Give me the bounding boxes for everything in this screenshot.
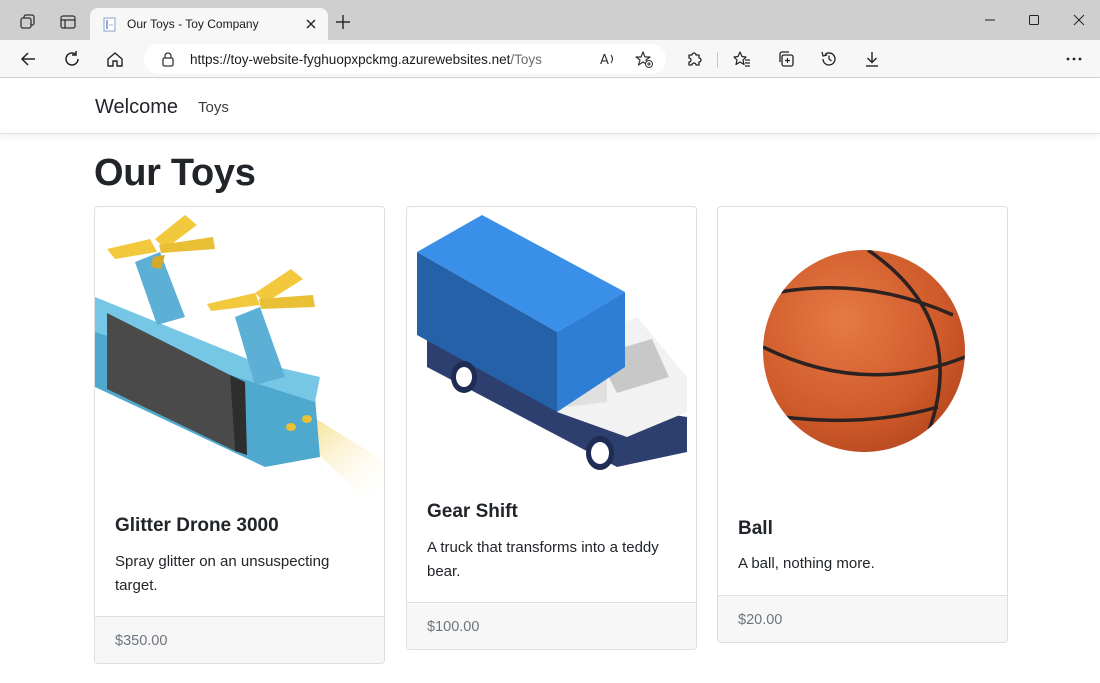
workspaces-icon[interactable] — [14, 8, 42, 36]
product-name[interactable]: Ball — [738, 518, 773, 540]
read-aloud-icon[interactable]: A — [598, 49, 618, 69]
card-footer: $20.00 — [718, 595, 1007, 642]
home-icon[interactable] — [104, 48, 126, 70]
toolbar-divider — [717, 52, 718, 68]
page-favicon-icon — [102, 16, 118, 32]
product-description: Spray glitter on an unsuspecting target. — [115, 553, 330, 594]
product-card: Gear Shift A truck that transforms into … — [406, 206, 697, 650]
svg-text:A: A — [600, 53, 609, 68]
drone-illustration — [95, 215, 384, 499]
close-window-icon[interactable] — [1067, 10, 1091, 30]
card-footer: $350.00 — [95, 616, 384, 663]
product-name[interactable]: Gear Shift — [427, 501, 518, 523]
url-text[interactable]: https://toy-website-fyghuopxpckmg.azurew… — [190, 52, 542, 67]
new-tab-icon[interactable] — [333, 12, 353, 32]
card-footer: $100.00 — [407, 602, 696, 649]
brand-link[interactable]: Welcome — [95, 96, 178, 119]
add-favorite-icon[interactable] — [634, 49, 654, 69]
minimize-icon[interactable] — [978, 10, 1002, 30]
product-price: $100.00 — [427, 619, 480, 635]
product-card: Glitter Drone 3000 Spray glitter on an u… — [94, 206, 385, 664]
url-path: /Toys — [510, 52, 542, 67]
extensions-icon[interactable] — [683, 48, 705, 70]
nav-link-toys[interactable]: Toys — [198, 99, 229, 116]
product-price: $20.00 — [738, 612, 783, 628]
lock-icon[interactable] — [160, 51, 176, 67]
vertical-tabs-icon[interactable] — [54, 8, 82, 36]
url-host: https://toy-website-fyghuopxpckmg.azurew… — [190, 52, 511, 67]
refresh-icon[interactable] — [61, 48, 83, 70]
close-tab-icon[interactable] — [303, 16, 319, 32]
site-navbar: Welcome Toys — [0, 79, 1100, 134]
browser-toolbar: https://toy-website-fyghuopxpckmg.azurew… — [0, 40, 1100, 78]
collections-icon[interactable] — [775, 48, 797, 70]
basketball-illustration — [763, 250, 965, 452]
product-description: A truck that transforms into a teddy bea… — [427, 539, 659, 580]
favorites-icon[interactable] — [731, 48, 753, 70]
product-price: $350.00 — [115, 633, 168, 649]
product-description: A ball, nothing more. — [738, 555, 875, 572]
back-icon[interactable] — [17, 48, 39, 70]
browser-tab[interactable]: Our Toys - Toy Company — [90, 8, 328, 40]
maximize-icon[interactable] — [1022, 10, 1046, 30]
tab-title: Our Toys - Toy Company — [127, 17, 259, 31]
downloads-icon[interactable] — [861, 48, 883, 70]
history-icon[interactable] — [818, 48, 840, 70]
page-title: Our Toys — [94, 152, 256, 194]
browser-titlebar: Our Toys - Toy Company — [0, 0, 1100, 40]
address-bar[interactable]: https://toy-website-fyghuopxpckmg.azurew… — [144, 44, 666, 74]
product-name[interactable]: Glitter Drone 3000 — [115, 515, 279, 537]
more-menu-icon[interactable] — [1063, 48, 1085, 70]
product-card: Ball A ball, nothing more. $20.00 — [717, 206, 1008, 643]
truck-illustration — [417, 215, 687, 470]
